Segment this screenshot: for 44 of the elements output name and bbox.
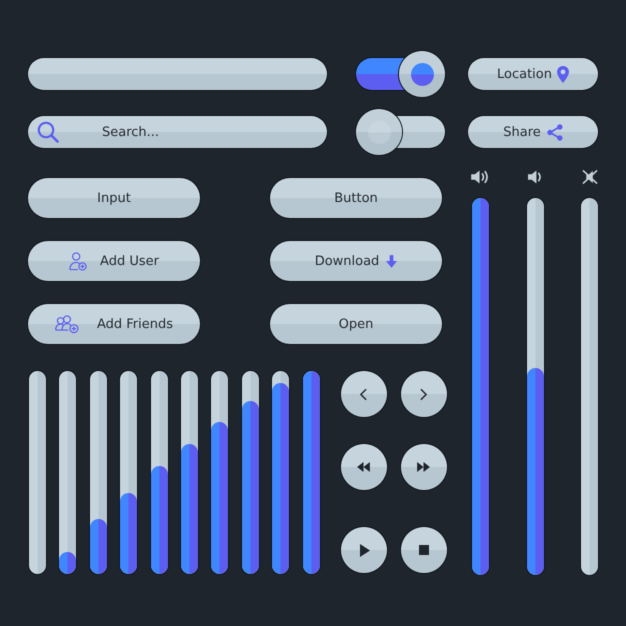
rewind-button[interactable] [340,444,387,490]
chevron-left-icon [360,388,368,400]
volume-slider[interactable] [581,198,598,575]
search-icon [37,121,59,143]
fast-forward-icon [417,462,430,472]
rewind-icon [357,462,370,472]
pill-button[interactable]: Input [28,178,200,218]
muted-speaker-icon [582,170,598,184]
volume-slider[interactable] [472,198,489,575]
pill-button[interactable]: Add Friends [28,304,200,344]
vertical-slider[interactable] [302,371,320,574]
down-arrow-icon [386,254,398,268]
vertical-slider[interactable] [90,371,107,574]
vertical-slider[interactable] [180,371,198,574]
play-icon [360,544,370,556]
toggle-switch[interactable] [356,51,445,97]
location-pin-icon [556,66,569,82]
vertical-slider[interactable] [150,371,168,574]
vertical-slider[interactable] [59,371,76,574]
pill-button[interactable]: Open [270,304,442,344]
pill-button[interactable]: Add User [28,241,200,281]
speaker-low-icon [528,170,542,184]
pill-button[interactable]: Share [468,116,598,148]
share-icon [546,124,563,140]
pill-button[interactable]: Button [270,178,442,218]
play-button[interactable] [340,527,387,573]
volume-slider[interactable] [526,198,544,575]
add-user-icon [69,252,88,270]
speaker-loud-icon [471,170,490,184]
search-field[interactable]: Search... [28,116,327,148]
next-button[interactable] [400,371,447,417]
text-field[interactable] [28,58,327,90]
stop-button[interactable] [400,527,447,573]
stop-icon [418,545,429,555]
pill-button[interactable]: Download [270,241,442,281]
vertical-slider[interactable] [29,371,46,574]
pill-button[interactable]: Location [468,58,598,90]
vertical-slider[interactable] [120,371,138,574]
chevron-right-icon [420,388,428,400]
add-friends-icon [54,314,79,334]
fast-forward-button[interactable] [400,444,447,490]
previous-button[interactable] [340,371,387,417]
vertical-slider[interactable] [211,371,228,574]
toggle-switch[interactable] [356,109,445,155]
